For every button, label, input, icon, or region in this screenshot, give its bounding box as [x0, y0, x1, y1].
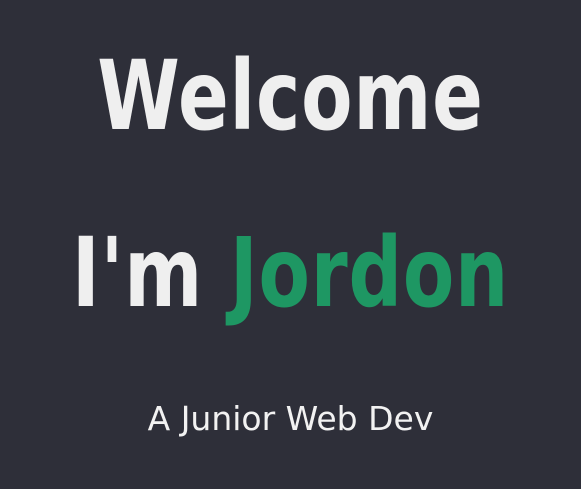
welcome-heading: Welcome: [97, 40, 484, 152]
hero-section: Welcome I'm Jordon A Junior Web Dev: [0, 0, 581, 489]
intro-prefix: I'm: [71, 217, 204, 329]
intro-name: Jordon: [229, 217, 510, 329]
role-subtitle: A Junior Web Dev: [147, 399, 434, 438]
intro-heading: I'm Jordon: [64, 225, 517, 321]
